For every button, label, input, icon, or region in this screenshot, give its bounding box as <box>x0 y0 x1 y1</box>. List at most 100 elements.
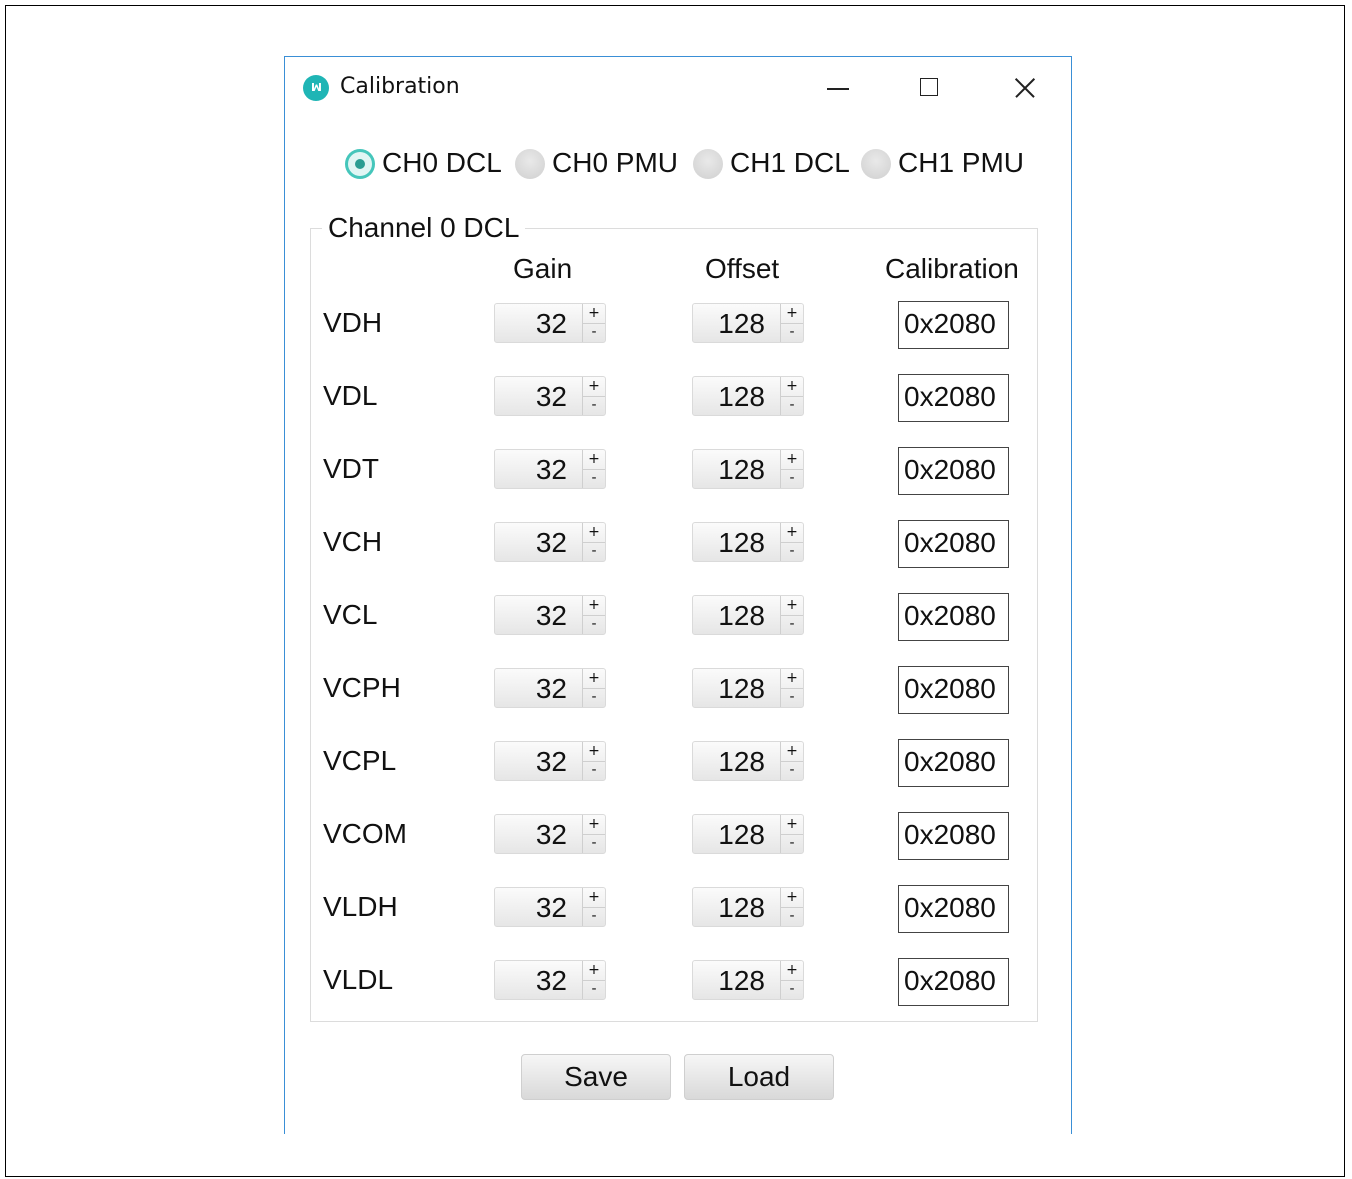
gain-value[interactable]: 32 <box>536 892 567 924</box>
increment-icon[interactable]: + <box>582 669 605 689</box>
decrement-icon[interactable]: - <box>780 834 803 853</box>
increment-icon[interactable]: + <box>780 961 803 981</box>
load-button[interactable]: Load <box>684 1054 834 1100</box>
calibration-row-vldl: VLDL 32 + -128 + -0x2080 <box>285 958 1071 1010</box>
increment-icon[interactable]: + <box>582 450 605 470</box>
decrement-icon[interactable]: - <box>780 396 803 415</box>
increment-icon[interactable]: + <box>582 377 605 397</box>
gain-spinner[interactable]: 32 + - <box>494 522 606 562</box>
offset-value[interactable]: 128 <box>718 965 765 997</box>
gain-value[interactable]: 32 <box>536 965 567 997</box>
gain-spinner[interactable]: 32 + - <box>494 741 606 781</box>
decrement-icon[interactable]: - <box>582 907 605 926</box>
offset-value[interactable]: 128 <box>718 819 765 851</box>
offset-value[interactable]: 128 <box>718 892 765 924</box>
increment-icon[interactable]: + <box>780 815 803 835</box>
calibration-row-vcph: VCPH 32 + -128 + -0x2080 <box>285 666 1071 718</box>
offset-spinner[interactable]: 128 + - <box>692 376 804 416</box>
increment-icon[interactable]: + <box>780 888 803 908</box>
decrement-icon[interactable]: - <box>582 469 605 488</box>
offset-spinner[interactable]: 128 + - <box>692 668 804 708</box>
gain-value[interactable]: 32 <box>536 454 567 486</box>
offset-value[interactable]: 128 <box>718 381 765 413</box>
calibration-field[interactable]: 0x2080 <box>898 739 1009 787</box>
calibration-field[interactable]: 0x2080 <box>898 374 1009 422</box>
decrement-icon[interactable]: - <box>582 980 605 999</box>
calibration-field[interactable]: 0x2080 <box>898 447 1009 495</box>
increment-icon[interactable]: + <box>780 596 803 616</box>
increment-icon[interactable]: + <box>780 523 803 543</box>
decrement-icon[interactable]: - <box>582 542 605 561</box>
offset-spinner[interactable]: 128 + - <box>692 741 804 781</box>
decrement-icon[interactable]: - <box>780 907 803 926</box>
increment-icon[interactable]: + <box>582 304 605 324</box>
maximize-icon[interactable] <box>907 67 953 107</box>
decrement-icon[interactable]: - <box>582 323 605 342</box>
offset-spinner[interactable]: 128 + - <box>692 814 804 854</box>
offset-spinner[interactable]: 128 + - <box>692 303 804 343</box>
increment-icon[interactable]: + <box>780 377 803 397</box>
gain-spinner[interactable]: 32 + - <box>494 887 606 927</box>
decrement-icon[interactable]: - <box>582 396 605 415</box>
title-bar[interactable]: ꟽ Calibration <box>285 57 1071 117</box>
gain-spinner[interactable]: 32 + - <box>494 449 606 489</box>
decrement-icon[interactable]: - <box>780 615 803 634</box>
increment-icon[interactable]: + <box>780 669 803 689</box>
calibration-row-vch: VCH 32 + -128 + -0x2080 <box>285 520 1071 572</box>
minimize-icon[interactable] <box>813 67 859 107</box>
offset-value[interactable]: 128 <box>718 746 765 778</box>
gain-value[interactable]: 32 <box>536 746 567 778</box>
decrement-icon[interactable]: - <box>780 323 803 342</box>
gain-spinner[interactable]: 32 + - <box>494 814 606 854</box>
calibration-field[interactable]: 0x2080 <box>898 301 1009 349</box>
increment-icon[interactable]: + <box>582 596 605 616</box>
gain-value[interactable]: 32 <box>536 381 567 413</box>
decrement-icon[interactable]: - <box>582 688 605 707</box>
calibration-field[interactable]: 0x2080 <box>898 520 1009 568</box>
offset-value[interactable]: 128 <box>718 454 765 486</box>
gain-value[interactable]: 32 <box>536 673 567 705</box>
decrement-icon[interactable]: - <box>780 761 803 780</box>
gain-spinner[interactable]: 32 + - <box>494 376 606 416</box>
calibration-field[interactable]: 0x2080 <box>898 593 1009 641</box>
row-label: VDT <box>323 453 379 484</box>
offset-spinner[interactable]: 128 + - <box>692 960 804 1000</box>
increment-icon[interactable]: + <box>582 742 605 762</box>
offset-value[interactable]: 128 <box>718 308 765 340</box>
calibration-field[interactable]: 0x2080 <box>898 666 1009 714</box>
calibration-field[interactable]: 0x2080 <box>898 885 1009 933</box>
calibration-field[interactable]: 0x2080 <box>898 812 1009 860</box>
gain-spinner[interactable]: 32 + - <box>494 303 606 343</box>
offset-value[interactable]: 128 <box>718 527 765 559</box>
gain-value[interactable]: 32 <box>536 308 567 340</box>
offset-spinner[interactable]: 128 + - <box>692 887 804 927</box>
close-icon[interactable] <box>1001 67 1047 107</box>
offset-value[interactable]: 128 <box>718 673 765 705</box>
decrement-icon[interactable]: - <box>780 469 803 488</box>
offset-spinner[interactable]: 128 + - <box>692 449 804 489</box>
gain-spinner[interactable]: 32 + - <box>494 668 606 708</box>
increment-icon[interactable]: + <box>780 450 803 470</box>
calibration-field[interactable]: 0x2080 <box>898 958 1009 1006</box>
increment-icon[interactable]: + <box>582 888 605 908</box>
gain-value[interactable]: 32 <box>536 527 567 559</box>
offset-spinner[interactable]: 128 + - <box>692 595 804 635</box>
decrement-icon[interactable]: - <box>780 688 803 707</box>
increment-icon[interactable]: + <box>780 304 803 324</box>
decrement-icon[interactable]: - <box>582 834 605 853</box>
offset-spinner[interactable]: 128 + - <box>692 522 804 562</box>
save-button[interactable]: Save <box>521 1054 671 1100</box>
increment-icon[interactable]: + <box>582 523 605 543</box>
gain-value[interactable]: 32 <box>536 819 567 851</box>
decrement-icon[interactable]: - <box>780 980 803 999</box>
offset-value[interactable]: 128 <box>718 600 765 632</box>
gain-value[interactable]: 32 <box>536 600 567 632</box>
gain-spinner[interactable]: 32 + - <box>494 960 606 1000</box>
gain-spinner[interactable]: 32 + - <box>494 595 606 635</box>
increment-icon[interactable]: + <box>780 742 803 762</box>
decrement-icon[interactable]: - <box>582 761 605 780</box>
decrement-icon[interactable]: - <box>582 615 605 634</box>
decrement-icon[interactable]: - <box>780 542 803 561</box>
increment-icon[interactable]: + <box>582 961 605 981</box>
increment-icon[interactable]: + <box>582 815 605 835</box>
